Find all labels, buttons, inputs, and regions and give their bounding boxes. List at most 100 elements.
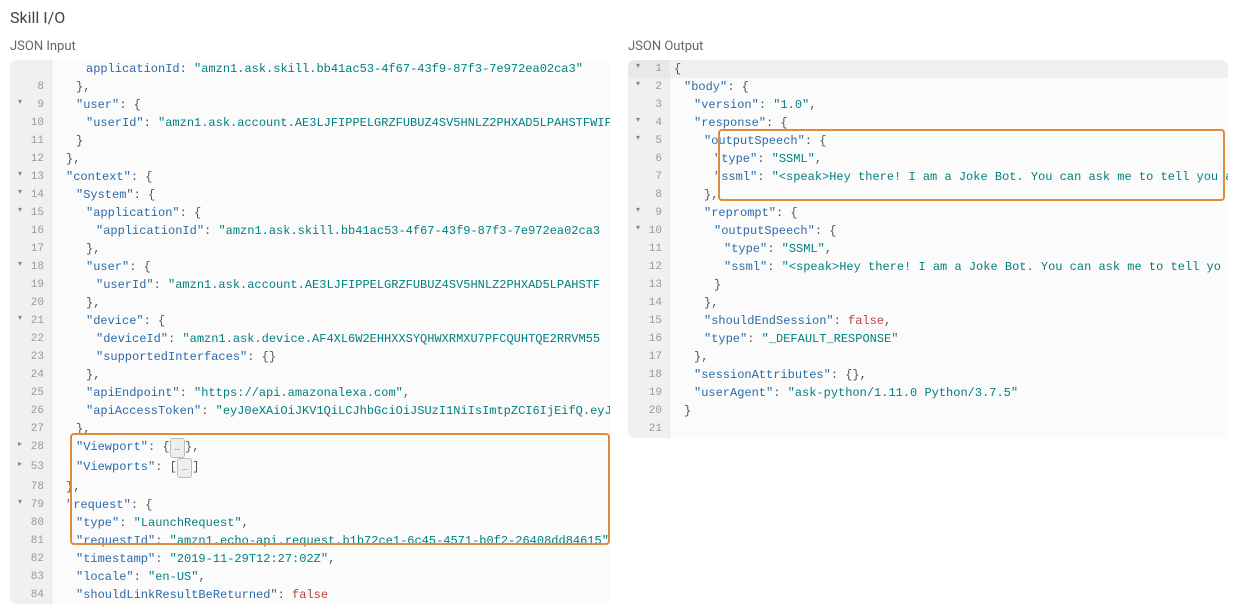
code-line[interactable]: 21▾"device": { [10, 312, 610, 330]
code-content[interactable]: } [670, 276, 1228, 294]
code-content[interactable]: "response": { [670, 114, 1228, 132]
code-line[interactable]: 23"supportedInterfaces": {} [10, 348, 610, 366]
code-content[interactable]: }, [670, 294, 1228, 312]
code-content[interactable]: "reprompt": { [670, 204, 1228, 222]
fold-closed-icon[interactable]: ▸ [12, 440, 22, 450]
code-content[interactable]: "sessionAttributes": {}, [670, 366, 1228, 384]
fold-open-icon[interactable]: ▾ [12, 314, 22, 324]
code-line[interactable]: 19"userAgent": "ask-python/1.11.0 Python… [628, 384, 1228, 402]
code-content[interactable]: "type": "_DEFAULT_RESPONSE" [670, 330, 1228, 348]
code-line[interactable]: 8}, [628, 186, 1228, 204]
code-line[interactable]: 28▸"Viewport": {…}, [10, 438, 610, 458]
code-line[interactable]: 13} [628, 276, 1228, 294]
code-content[interactable]: }, [52, 420, 610, 438]
code-content[interactable]: "System": { [52, 186, 610, 204]
code-content[interactable]: "type": "LaunchRequest", [52, 514, 610, 532]
code-content[interactable]: "application": { [52, 204, 610, 222]
code-line[interactable]: 19"userId": "amzn1.ask.account.AE3LJFIPP… [10, 276, 610, 294]
code-content[interactable]: "outputSpeech": { [670, 132, 1228, 150]
fold-open-icon[interactable]: ▾ [12, 498, 22, 508]
code-line[interactable]: 7"ssml": "<speak>Hey there! I am a Joke … [628, 168, 1228, 186]
fold-open-icon[interactable]: ▾ [630, 62, 640, 72]
code-content[interactable]: "Viewports": […] [52, 458, 610, 478]
code-line[interactable]: 9▾"reprompt": { [628, 204, 1228, 222]
code-content[interactable]: }, [52, 294, 610, 312]
code-content[interactable]: }, [52, 478, 610, 496]
code-content[interactable]: "device": { [52, 312, 610, 330]
code-line[interactable]: 17}, [10, 240, 610, 258]
code-content[interactable]: } [52, 132, 610, 150]
code-content[interactable]: "ssml": "<speak>Hey there! I am a Joke B… [670, 168, 1228, 186]
code-line[interactable]: 25"apiEndpoint": "https://api.amazonalex… [10, 384, 610, 402]
code-content[interactable]: "userId": "amzn1.ask.account.AE3LJFIPPEL… [52, 276, 610, 294]
code-line[interactable]: 20}, [10, 294, 610, 312]
fold-open-icon[interactable]: ▾ [12, 188, 22, 198]
code-line[interactable]: applicationId: "amzn1.ask.skill.bb41ac53… [10, 60, 610, 78]
code-line[interactable]: 20} [628, 402, 1228, 420]
fold-open-icon[interactable]: ▾ [12, 170, 22, 180]
code-content[interactable]: "user": { [52, 96, 610, 114]
code-line[interactable]: 21 [628, 420, 1228, 438]
code-content[interactable]: "apiAccessToken": "eyJ0eXAiOiJKV1QiLCJhb… [52, 402, 610, 420]
code-line[interactable]: 80"type": "LaunchRequest", [10, 514, 610, 532]
code-content[interactable]: }, [52, 366, 610, 384]
code-line[interactable]: 15"shouldEndSession": false, [628, 312, 1228, 330]
code-content[interactable]: "request": { [52, 496, 610, 514]
fold-open-icon[interactable]: ▾ [630, 224, 640, 234]
code-line[interactable]: 83"locale": "en-US", [10, 568, 610, 586]
json-input-editor[interactable]: applicationId: "amzn1.ask.skill.bb41ac53… [10, 60, 610, 604]
code-line[interactable]: 81"requestId": "amzn1.echo-api.request.b… [10, 532, 610, 550]
code-line[interactable]: 6"type": "SSML", [628, 150, 1228, 168]
code-line[interactable]: 24}, [10, 366, 610, 384]
fold-open-icon[interactable]: ▾ [12, 206, 22, 216]
code-content[interactable]: "deviceId": "amzn1.ask.device.AF4XL6W2EH… [52, 330, 610, 348]
code-line[interactable]: 22"deviceId": "amzn1.ask.device.AF4XL6W2… [10, 330, 610, 348]
code-content[interactable]: { [670, 60, 1228, 78]
code-line[interactable]: 14▾"System": { [10, 186, 610, 204]
code-content[interactable]: "timestamp": "2019-11-29T12:27:02Z", [52, 550, 610, 568]
code-content[interactable]: "apiEndpoint": "https://api.amazonalexa.… [52, 384, 610, 402]
code-content[interactable]: }, [670, 186, 1228, 204]
code-line[interactable]: 12"ssml": "<speak>Hey there! I am a Joke… [628, 258, 1228, 276]
code-content[interactable]: "supportedInterfaces": {} [52, 348, 610, 366]
code-line[interactable]: 10"userId": "amzn1.ask.account.AE3LJFIPP… [10, 114, 610, 132]
code-content[interactable]: "requestId": "amzn1.echo-api.request.b1b… [52, 532, 610, 550]
code-line[interactable]: 8}, [10, 78, 610, 96]
code-content[interactable]: "shouldEndSession": false, [670, 312, 1228, 330]
json-output-editor[interactable]: 1▾{2▾"body": {3"version": "1.0",4▾"respo… [628, 60, 1228, 438]
code-content[interactable]: }, [52, 150, 610, 168]
code-content[interactable]: applicationId: "amzn1.ask.skill.bb41ac53… [52, 60, 610, 78]
code-line[interactable]: 3"version": "1.0", [628, 96, 1228, 114]
code-content[interactable]: "applicationId": "amzn1.ask.skill.bb41ac… [52, 222, 610, 240]
fold-open-icon[interactable]: ▾ [630, 116, 640, 126]
code-line[interactable]: 84"shouldLinkResultBeReturned": false [10, 586, 610, 604]
code-content[interactable]: } [670, 402, 1228, 420]
code-line[interactable]: 17}, [628, 348, 1228, 366]
code-line[interactable]: 10▾"outputSpeech": { [628, 222, 1228, 240]
code-line[interactable]: 15▾"application": { [10, 204, 610, 222]
code-line[interactable]: 53▸"Viewports": […] [10, 458, 610, 478]
code-content[interactable]: "Viewport": {…}, [52, 438, 610, 458]
code-content[interactable]: }, [52, 78, 610, 96]
code-line[interactable]: 14}, [628, 294, 1228, 312]
code-line[interactable]: 27}, [10, 420, 610, 438]
code-content[interactable]: "version": "1.0", [670, 96, 1228, 114]
code-content[interactable]: "locale": "en-US", [52, 568, 610, 586]
code-content[interactable]: "userAgent": "ask-python/1.11.0 Python/3… [670, 384, 1228, 402]
code-line[interactable]: 78}, [10, 478, 610, 496]
code-content[interactable]: }, [52, 240, 610, 258]
code-content[interactable]: "outputSpeech": { [670, 222, 1228, 240]
code-line[interactable]: 79▾"request": { [10, 496, 610, 514]
code-line[interactable]: 18▾"user": { [10, 258, 610, 276]
code-line[interactable]: 16"type": "_DEFAULT_RESPONSE" [628, 330, 1228, 348]
code-line[interactable]: 13▾"context": { [10, 168, 610, 186]
code-line[interactable]: 82"timestamp": "2019-11-29T12:27:02Z", [10, 550, 610, 568]
fold-closed-icon[interactable]: ▸ [12, 460, 22, 470]
code-content[interactable]: "context": { [52, 168, 610, 186]
code-line[interactable]: 18"sessionAttributes": {}, [628, 366, 1228, 384]
code-line[interactable]: 1▾{ [628, 60, 1228, 78]
fold-open-icon[interactable]: ▾ [12, 98, 22, 108]
code-line[interactable]: 2▾"body": { [628, 78, 1228, 96]
code-content[interactable]: "type": "SSML", [670, 240, 1228, 258]
code-line[interactable]: 12}, [10, 150, 610, 168]
